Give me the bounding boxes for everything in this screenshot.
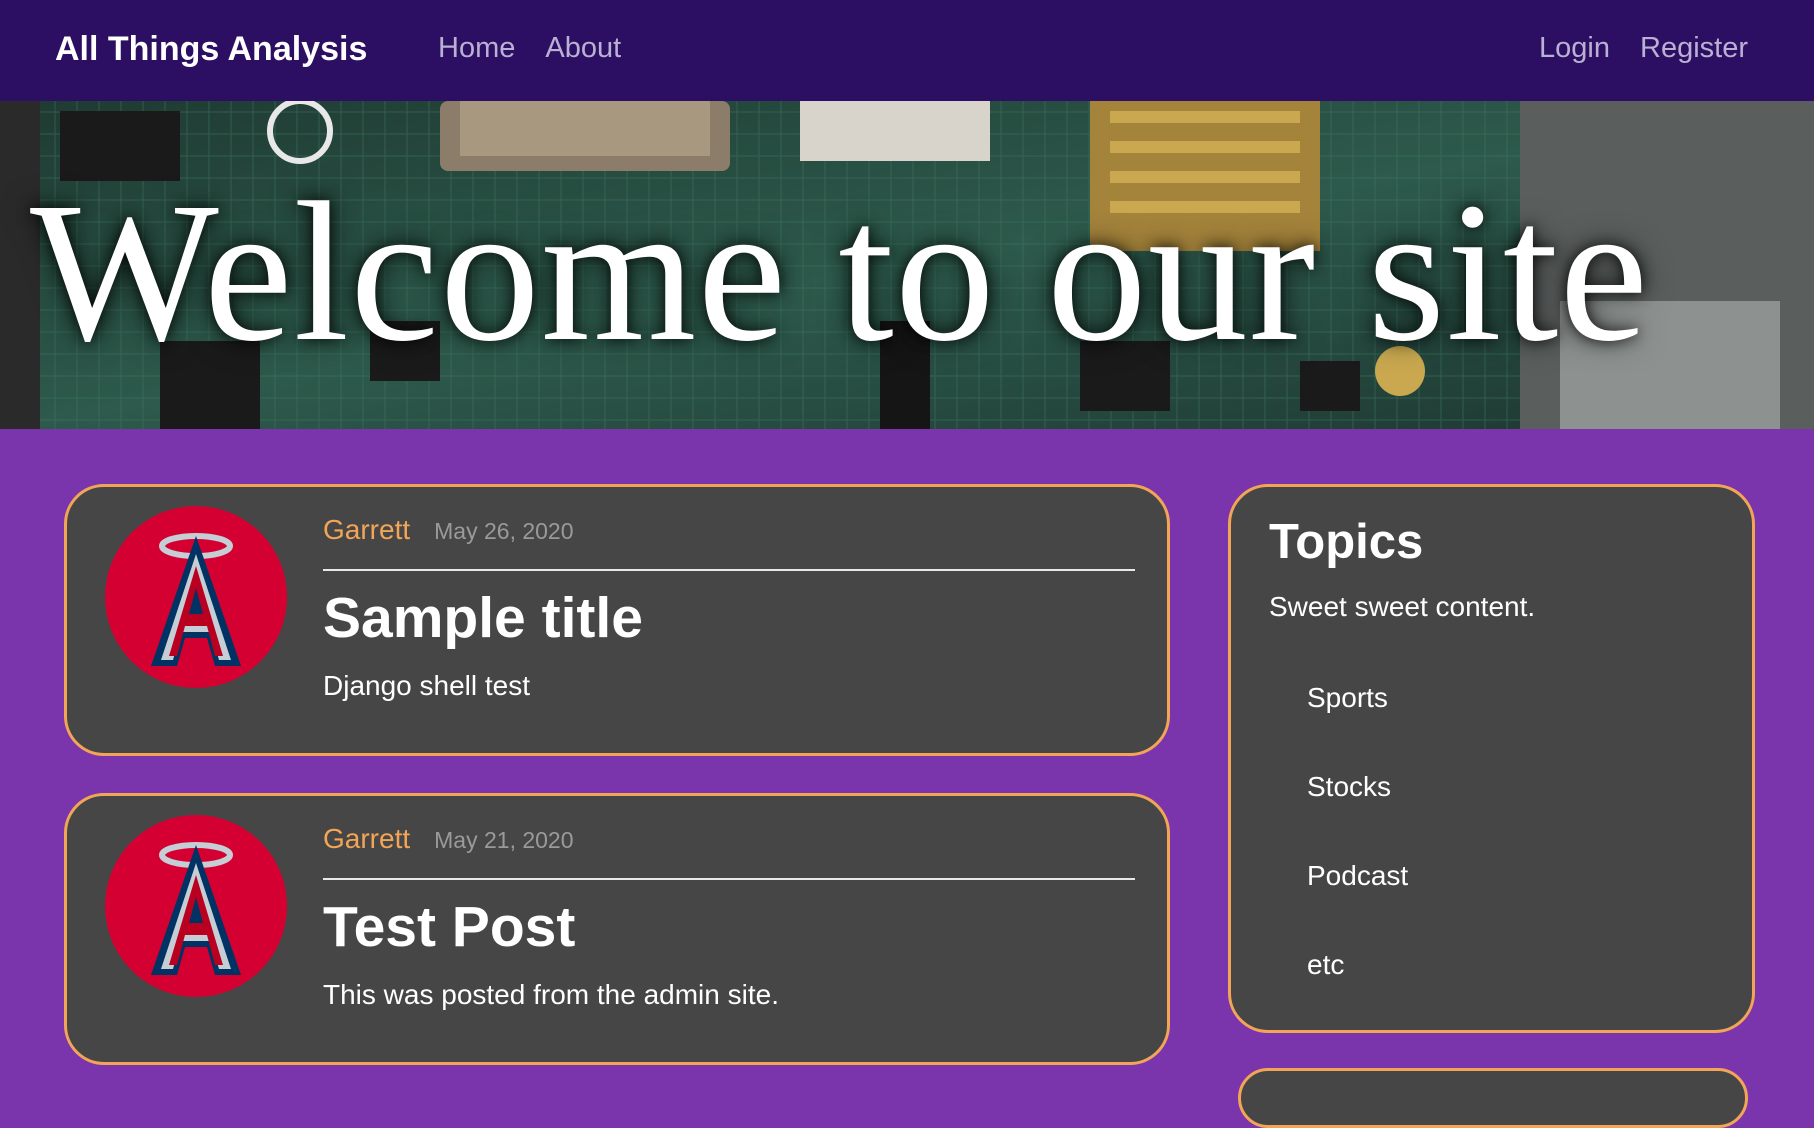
navbar: All Things Analysis Home About Login Reg… bbox=[0, 0, 1814, 101]
topic-item-sports[interactable]: Sports bbox=[1307, 682, 1408, 771]
post-author-link[interactable]: Garrett bbox=[323, 823, 410, 855]
post-card: Garrett May 21, 2020 Test Post This was … bbox=[64, 793, 1170, 1065]
nav-home-link[interactable]: Home bbox=[438, 32, 515, 65]
post-divider bbox=[323, 569, 1135, 571]
angels-logo-icon bbox=[105, 506, 287, 688]
post-date: May 26, 2020 bbox=[434, 518, 574, 544]
nav-register-link[interactable]: Register bbox=[1640, 32, 1748, 65]
nav-login-link[interactable]: Login bbox=[1539, 32, 1610, 65]
post-title-link[interactable]: Sample title bbox=[323, 585, 643, 651]
post-body: This was posted from the admin site. bbox=[323, 979, 779, 1010]
hero-banner: Welcome to our site bbox=[0, 101, 1814, 429]
post-date: May 21, 2020 bbox=[434, 827, 574, 853]
topics-sidebar: Topics Sweet sweet content. Sports Stock… bbox=[1228, 484, 1755, 1033]
nav-about-link[interactable]: About bbox=[545, 32, 621, 65]
post-divider bbox=[323, 878, 1135, 880]
post-author-link[interactable]: Garrett bbox=[323, 514, 410, 546]
nav-right: Login Register bbox=[1539, 32, 1748, 65]
topic-item-etc[interactable]: etc bbox=[1307, 949, 1408, 1038]
brand-link[interactable]: All Things Analysis bbox=[55, 30, 367, 69]
nav-left: Home About bbox=[438, 32, 621, 65]
sidebar-title: Topics bbox=[1269, 515, 1424, 569]
post-body: Django shell test bbox=[323, 670, 531, 701]
secondary-sidebar-card bbox=[1238, 1068, 1748, 1128]
post-meta: Garrett May 26, 2020 bbox=[323, 514, 574, 546]
post-meta: Garrett May 21, 2020 bbox=[323, 823, 574, 855]
topic-list: Sports Stocks Podcast etc bbox=[1307, 682, 1408, 1038]
topic-item-podcast[interactable]: Podcast bbox=[1307, 860, 1408, 949]
post-title-link[interactable]: Test Post bbox=[323, 894, 575, 960]
topic-item-stocks[interactable]: Stocks bbox=[1307, 771, 1408, 860]
angels-logo-icon bbox=[105, 815, 287, 997]
hero-title: Welcome to our site bbox=[30, 162, 1650, 383]
post-card: Garrett May 26, 2020 Sample title Django… bbox=[64, 484, 1170, 756]
sidebar-subtitle: Sweet sweet content. bbox=[1269, 591, 1536, 622]
